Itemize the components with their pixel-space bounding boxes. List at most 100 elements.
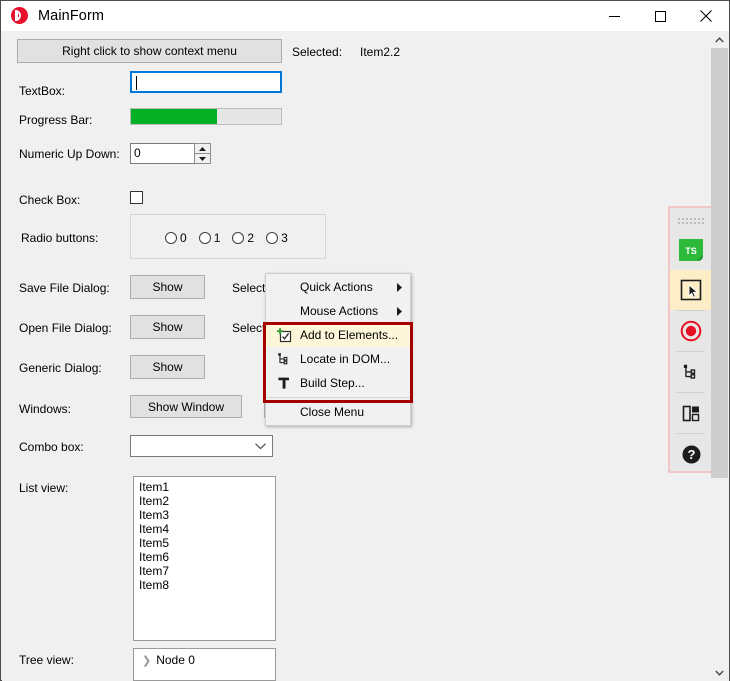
- menu-item-close-menu[interactable]: Close Menu: [266, 400, 410, 424]
- tree-node-root[interactable]: ❯ Node 0: [134, 653, 275, 667]
- tree-view[interactable]: ❯ Node 0: [133, 648, 276, 681]
- radio-option-0-label: 0: [180, 231, 187, 245]
- menu-item-label: Build Step...: [300, 376, 365, 390]
- checkbox-input[interactable]: [130, 191, 143, 204]
- title-bar: MainForm: [1, 1, 729, 31]
- chevron-down-icon: [255, 443, 266, 450]
- add-element-icon: [277, 328, 292, 343]
- combo-box-label: Combo box:: [19, 440, 84, 454]
- open-file-dialog-selected-label: Select: [232, 321, 266, 335]
- window-controls: [591, 1, 729, 31]
- chevron-right-icon[interactable]: ❯: [142, 654, 151, 667]
- scrollbar-down-button[interactable]: [711, 664, 728, 681]
- list-item[interactable]: Item1: [137, 480, 275, 494]
- radio-circle-icon: [198, 232, 211, 244]
- radio-option-2-label: 2: [247, 231, 255, 245]
- open-file-dialog-label: Open File Dialog:: [19, 321, 112, 335]
- vertical-scrollbar[interactable]: [711, 31, 728, 681]
- maximize-button[interactable]: [637, 1, 683, 31]
- scrollbar-up-button[interactable]: [711, 31, 728, 48]
- combo-box-input[interactable]: [130, 435, 273, 457]
- save-file-dialog-selected-label: Select: [232, 281, 266, 295]
- radio-option-3[interactable]: 3: [266, 231, 288, 245]
- toolbar-button-record[interactable]: [670, 311, 712, 351]
- radio-circle-icon: [165, 232, 177, 244]
- close-icon: [700, 10, 712, 22]
- radio-buttons-label: Radio buttons:: [21, 231, 99, 245]
- progress-bar: [130, 108, 282, 125]
- radio-option-1[interactable]: 1: [198, 231, 221, 245]
- textbox-label: TextBox:: [19, 84, 66, 98]
- form-client-area: Right click to show context menu Selecte…: [2, 31, 729, 681]
- d-logo-icon: [11, 7, 29, 25]
- toolbar-button-testing-studio-logo[interactable]: TS: [670, 230, 712, 270]
- menu-item-mouse-actions[interactable]: Mouse Actions: [266, 299, 410, 323]
- show-window-button[interactable]: Show Window: [130, 395, 242, 418]
- context-menu[interactable]: Quick Actions Mouse Actions Add to Eleme…: [265, 273, 411, 426]
- menu-item-label: Locate in DOM...: [300, 352, 391, 366]
- save-file-dialog-show-button[interactable]: Show: [130, 275, 205, 299]
- generic-dialog-show-button[interactable]: Show: [130, 355, 205, 379]
- chevron-up-icon: [715, 36, 724, 43]
- list-view[interactable]: Item1 Item2 Item3 Item4 Item5 Item6 Item…: [133, 476, 276, 641]
- save-file-dialog-label: Save File Dialog:: [19, 281, 110, 295]
- toolbar-drag-handle[interactable]: [670, 208, 712, 230]
- windows-label: Windows:: [19, 402, 72, 416]
- scrollbar-thumb[interactable]: [711, 48, 728, 478]
- list-item[interactable]: Item5: [137, 536, 275, 550]
- right-click-context-button[interactable]: Right click to show context menu: [17, 39, 282, 63]
- close-button[interactable]: [683, 1, 729, 31]
- list-item[interactable]: Item2: [137, 494, 275, 508]
- split-panel-icon: [682, 405, 699, 421]
- minimize-icon: [608, 15, 620, 17]
- radio-option-2[interactable]: 2: [232, 231, 254, 245]
- text-caret: [136, 76, 137, 90]
- list-view-label: List view:: [19, 481, 69, 495]
- menu-item-label: Close Menu: [300, 405, 365, 419]
- numeric-updown-input[interactable]: 0: [130, 143, 195, 164]
- menu-item-add-to-elements[interactable]: Add to Elements...: [266, 323, 410, 347]
- minimize-button[interactable]: [591, 1, 637, 31]
- submenu-arrow-icon: [397, 283, 402, 292]
- menu-item-label: Quick Actions: [300, 280, 373, 294]
- toolbar-button-help[interactable]: ?: [670, 434, 712, 474]
- floating-toolbar[interactable]: TS ?: [668, 206, 714, 473]
- radio-option-0[interactable]: 0: [165, 231, 187, 245]
- triangle-up-icon: [199, 146, 206, 151]
- progress-bar-label: Progress Bar:: [19, 113, 93, 127]
- selected-value: Item2.2: [360, 45, 401, 59]
- menu-item-locate-in-dom[interactable]: Locate in DOM...: [266, 347, 410, 371]
- radio-option-3-label: 3: [281, 231, 288, 245]
- menu-item-label: Mouse Actions: [300, 304, 379, 318]
- menu-item-quick-actions[interactable]: Quick Actions: [266, 275, 410, 299]
- list-item[interactable]: Item4: [137, 522, 275, 536]
- toolbar-button-dom-explorer[interactable]: [670, 352, 712, 392]
- toolbar-button-compare-view[interactable]: [670, 393, 712, 433]
- svg-text:?: ?: [687, 447, 695, 462]
- list-item[interactable]: Item3: [137, 508, 275, 522]
- radio-option-1-label: 1: [213, 231, 221, 245]
- progress-bar-fill: [131, 109, 217, 124]
- pointer-select-icon: [680, 279, 702, 301]
- checkbox-label: Check Box:: [19, 193, 81, 207]
- open-file-dialog-show-button[interactable]: Show: [130, 315, 205, 339]
- chevron-down-icon: [715, 669, 724, 676]
- help-circle-icon: ?: [682, 445, 700, 463]
- menu-separator: [266, 397, 410, 398]
- record-circle-icon: [680, 320, 702, 342]
- menu-item-label: Add to Elements...: [300, 328, 399, 342]
- numeric-updown-down-button[interactable]: [194, 153, 211, 164]
- numeric-updown-label: Numeric Up Down:: [19, 147, 120, 161]
- triangle-down-icon: [199, 156, 206, 161]
- main-window: MainForm Right click to show context men…: [0, 0, 730, 681]
- dom-tree-icon: [278, 353, 288, 365]
- list-item[interactable]: Item6: [137, 550, 275, 564]
- menu-item-build-step[interactable]: Build Step...: [266, 371, 410, 395]
- text-input[interactable]: [130, 71, 282, 93]
- window-title: MainForm: [38, 8, 105, 24]
- maximize-icon: [654, 10, 666, 22]
- list-item[interactable]: Item7: [137, 564, 275, 578]
- radio-circle-icon: [232, 232, 245, 244]
- toolbar-button-element-picker[interactable]: [670, 270, 712, 310]
- list-item[interactable]: Item8: [137, 578, 275, 592]
